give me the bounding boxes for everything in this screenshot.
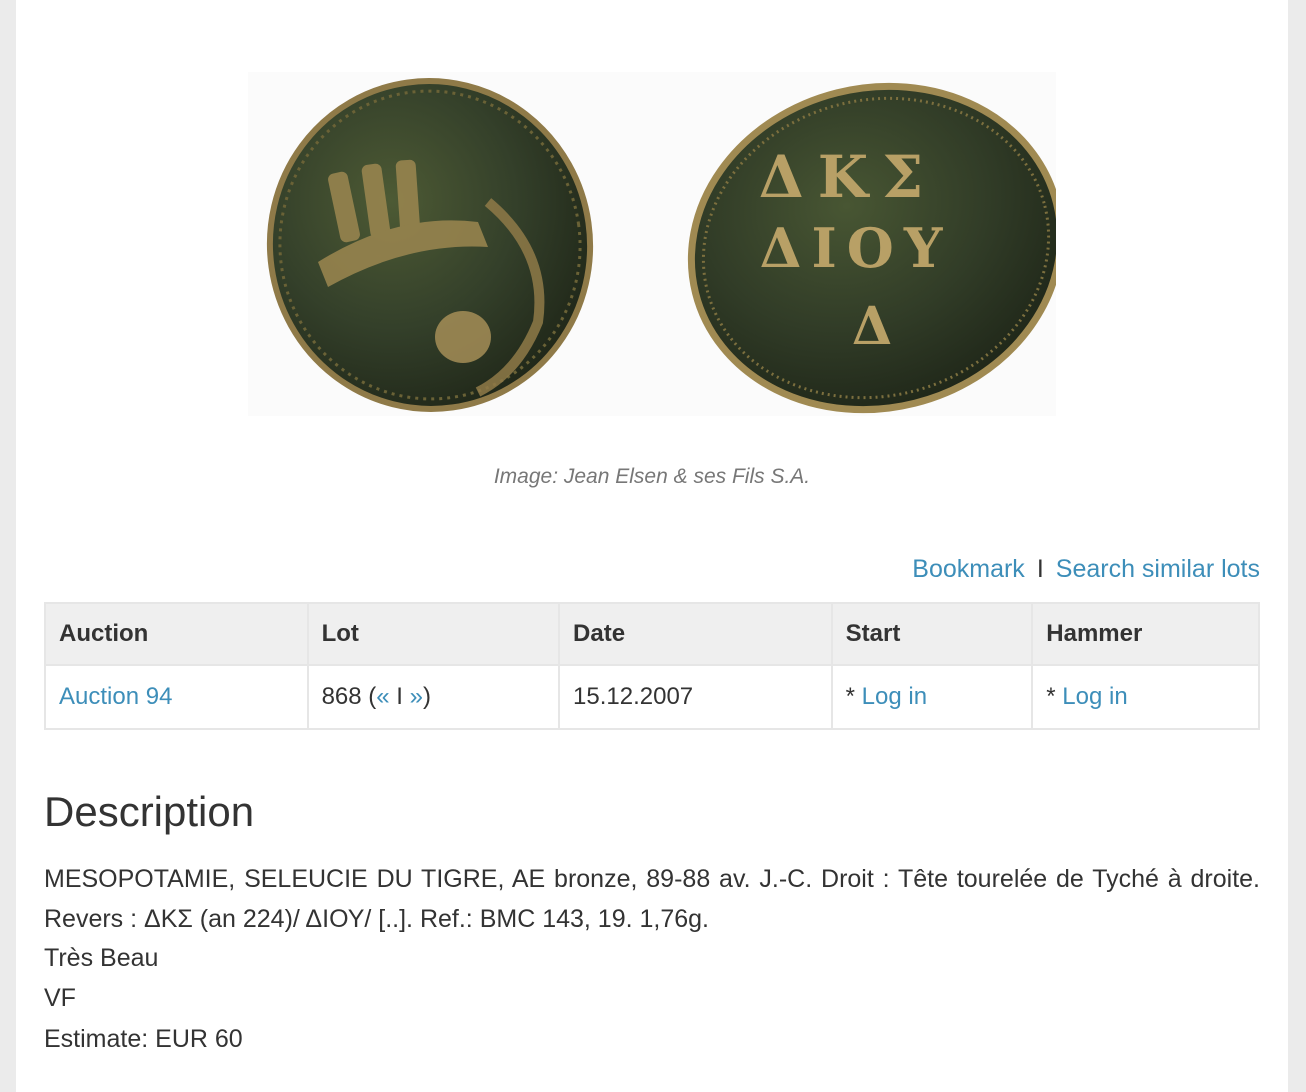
table-row: Auction 94 868 (« I ») 15.12.2007 * Log … <box>44 664 1260 730</box>
grade-english: VF <box>44 984 76 1012</box>
lot-table: Auction Lot Date Start Hammer Auction 94… <box>44 602 1260 730</box>
next-lot-link[interactable]: » <box>410 683 423 710</box>
lot-paren-open: ( <box>361 683 377 710</box>
column-header-start: Start <box>830 602 1034 666</box>
hammer-cell: * Log in <box>1031 664 1260 730</box>
bookmark-link[interactable]: Bookmark <box>912 555 1025 583</box>
start-login-link[interactable]: Log in <box>862 683 927 710</box>
column-header-date: Date <box>558 602 833 666</box>
auction-link[interactable]: Auction 94 <box>59 683 172 710</box>
auction-cell: Auction 94 <box>44 664 309 730</box>
lot-actions: Bookmark I Search similar lots <box>912 555 1260 584</box>
coin-image: ΔΚΣ ΔΙΟΥ Δ <box>248 72 1056 416</box>
search-similar-lots-link[interactable]: Search similar lots <box>1056 555 1260 583</box>
date-cell: 15.12.2007 <box>558 664 833 730</box>
lot-nav-separator: I <box>389 683 410 710</box>
previous-lot-link[interactable]: « <box>376 683 389 710</box>
start-cell: * Log in <box>830 664 1034 730</box>
table-header-row: Auction Lot Date Start Hammer <box>44 602 1260 666</box>
column-header-auction: Auction <box>44 602 309 666</box>
lot-page: ΔΚΣ ΔΙΟΥ Δ Image: Jean Elsen & ses Fils … <box>16 0 1288 1092</box>
coin-photo: ΔΚΣ ΔΙΟΥ Δ <box>266 78 1056 414</box>
lot-paren-close: ) <box>423 683 432 710</box>
description-heading: Description <box>44 788 255 835</box>
column-header-lot: Lot <box>306 602 561 666</box>
hammer-asterisk: * <box>1046 683 1063 710</box>
actions-separator: I <box>1036 555 1044 583</box>
reverse-legend-line1: ΔΚΣ <box>759 143 937 211</box>
start-asterisk: * <box>845 683 862 710</box>
reverse-legend-line3: Δ <box>852 296 892 357</box>
hammer-login-link[interactable]: Log in <box>1062 683 1127 710</box>
reverse-legend-line2: ΔΙΟΥ <box>760 216 953 280</box>
estimate: Estimate: EUR 60 <box>44 1025 243 1053</box>
description-text: MESOPOTAMIE, SELEUCIE DU TIGRE, AE bronz… <box>44 865 1260 933</box>
coin-reverse: ΔΚΣ ΔΙΟΥ Δ <box>687 82 1056 414</box>
lot-cell: 868 (« I ») <box>306 664 561 730</box>
coin-obverse <box>266 78 594 412</box>
column-header-hammer: Hammer <box>1031 602 1260 666</box>
grade-french: Très Beau <box>44 944 159 972</box>
image-caption: Image: Jean Elsen & ses Fils S.A. <box>493 465 811 488</box>
lot-number: 868 <box>321 683 362 710</box>
